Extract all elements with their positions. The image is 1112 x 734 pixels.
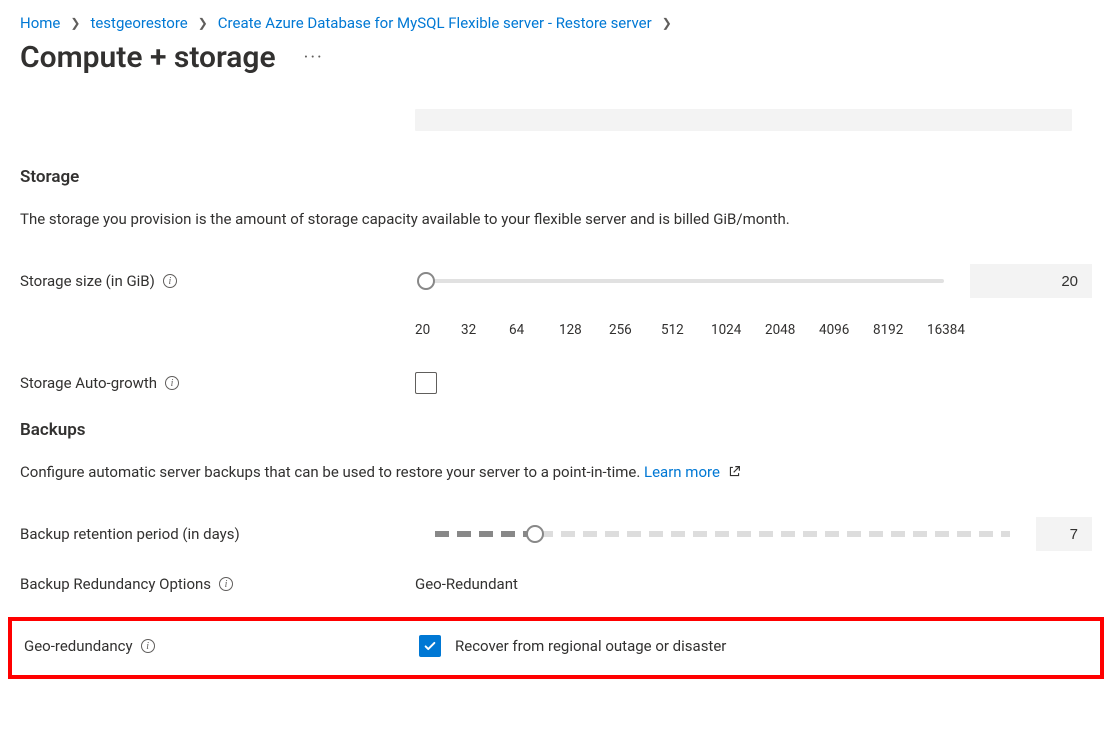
storage-autogrowth-checkbox[interactable] <box>415 372 437 394</box>
backups-heading: Backups <box>20 420 1092 440</box>
backup-retention-slider[interactable] <box>429 527 1016 541</box>
backup-redundancy-value: Geo-Redundant <box>415 575 518 593</box>
backup-redundancy-label: Backup Redundancy Options <box>20 575 211 593</box>
breadcrumb-resource[interactable]: testgeorestore <box>90 14 187 32</box>
storage-autogrowth-label: Storage Auto-growth <box>20 374 157 392</box>
geo-redundancy-check-label: Recover from regional outage or disaster <box>455 637 726 655</box>
geo-redundancy-checkbox[interactable] <box>419 635 441 657</box>
external-link-icon <box>728 465 741 478</box>
backup-retention-label: Backup retention period (in days) <box>20 525 240 543</box>
chevron-right-icon: ❯ <box>198 16 208 30</box>
breadcrumb-home[interactable]: Home <box>20 14 60 32</box>
info-icon[interactable]: i <box>165 376 179 390</box>
info-icon[interactable]: i <box>163 274 177 288</box>
chevron-right-icon: ❯ <box>70 16 80 30</box>
info-icon[interactable]: i <box>141 639 155 653</box>
storage-size-input[interactable] <box>970 264 1092 298</box>
storage-description: The storage you provision is the amount … <box>20 209 1092 230</box>
storage-size-ticks: 20 32 64 128 256 512 1024 2048 4096 8192… <box>20 322 1092 338</box>
checkmark-icon <box>423 639 437 653</box>
previous-row-peek <box>20 115 1092 137</box>
page-title: Compute + storage <box>20 40 276 75</box>
breadcrumb-create[interactable]: Create Azure Database for MySQL Flexible… <box>218 14 652 32</box>
geo-redundancy-label: Geo-redundancy <box>24 637 133 655</box>
geo-redundancy-highlight: Geo-redundancy i Recover from regional o… <box>8 617 1104 679</box>
info-icon[interactable]: i <box>219 577 233 591</box>
backups-learn-more-link[interactable]: Learn more <box>644 463 741 481</box>
more-icon[interactable]: ··· <box>304 47 324 68</box>
chevron-right-icon: ❯ <box>662 16 672 30</box>
storage-size-slider[interactable] <box>415 274 950 288</box>
backups-description: Configure automatic server backups that … <box>20 462 1092 483</box>
backup-retention-input[interactable] <box>1036 517 1092 551</box>
storage-size-label: Storage size (in GiB) <box>20 272 155 290</box>
storage-heading: Storage <box>20 167 1092 187</box>
breadcrumb: Home ❯ testgeorestore ❯ Create Azure Dat… <box>20 14 1092 32</box>
